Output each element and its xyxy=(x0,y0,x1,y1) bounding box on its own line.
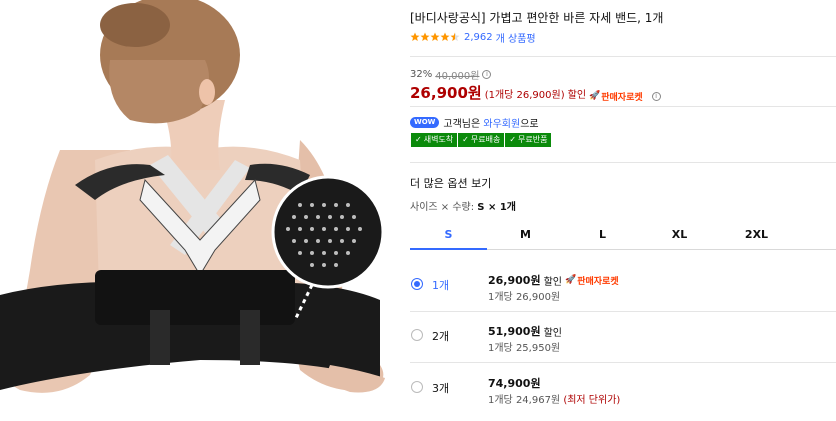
quantity-radio[interactable] xyxy=(411,381,423,393)
check-icon: ✓ xyxy=(462,135,469,144)
more-options-heading[interactable]: 더 많은 옵션 보기 xyxy=(410,175,491,191)
quantity-discount-word: 할인 xyxy=(543,327,562,339)
price-line: 26,900원 (1개당 26,900원) 할인 🚀 판매자로켓 i xyxy=(410,82,661,103)
seller-rocket-badge: 🚀 판매자로켓 xyxy=(589,90,643,103)
quantity-unit-price: 1개당 26,900원 xyxy=(488,292,561,303)
discount-percent: 32% xyxy=(410,69,433,80)
quantity-option[interactable]: 3개 74,900원 1개당 24,967원 (최저 단위가) xyxy=(410,364,836,414)
quantity-option[interactable]: 2개 51,900원 할인 1개당 25,950원 xyxy=(410,312,836,362)
delivery-badges: ✓ 새벽도착 ✓ 무료배송 ✓ 무료반품 xyxy=(411,133,552,147)
quantity-label: 3개 xyxy=(432,382,450,395)
rocket-label: 판매자로켓 xyxy=(577,276,619,287)
quantity-label: 1개 xyxy=(432,279,450,292)
wow-member-line: WOW 고객님은 와우회원으로 xyxy=(410,115,539,130)
size-qty-prefix: 사이즈 × 수량: xyxy=(410,202,478,213)
product-image xyxy=(0,0,400,421)
review-count-link[interactable]: 2,962 xyxy=(464,32,493,43)
review-label[interactable]: 개 상품평 xyxy=(496,30,536,45)
discount-word: 할인 xyxy=(567,90,587,101)
quantity-option[interactable]: 1개 26,900원 할인 🚀 판매자로켓 1개당 26,900원 xyxy=(410,261,836,311)
quantity-price: 74,900원 xyxy=(488,375,541,391)
quantity-price-value: 26,900원 xyxy=(488,274,541,287)
delivery-badge: ✓ 무료배송 xyxy=(458,133,505,147)
wow-text-suffix: 으로 xyxy=(520,119,539,130)
star-icon xyxy=(420,32,430,42)
divider xyxy=(410,56,836,57)
sale-price: 26,900원 xyxy=(410,84,482,102)
star-icon xyxy=(440,32,450,42)
rocket-label: 판매자로켓 xyxy=(601,92,643,103)
quantity-price: 51,900원 할인 xyxy=(488,323,562,339)
size-qty-value: S × 1개 xyxy=(477,202,516,213)
rocket-icon: 🚀 xyxy=(564,275,577,285)
divider xyxy=(410,106,836,107)
wow-member-link[interactable]: 와우회원 xyxy=(483,119,520,130)
quantity-discount-word: 할인 xyxy=(543,276,562,288)
quantity-price: 26,900원 할인 🚀 판매자로켓 xyxy=(488,272,619,288)
check-icon: ✓ xyxy=(509,135,517,144)
divider xyxy=(410,362,836,363)
posture-band-photo xyxy=(0,0,400,421)
check-icon: ✓ xyxy=(415,135,422,144)
quantity-unit-text: 1개당 24,967원 xyxy=(488,395,561,406)
quantity-unit-price: 1개당 25,950원 xyxy=(488,343,561,354)
info-circle-icon[interactable]: i xyxy=(651,92,661,101)
divider xyxy=(410,162,836,163)
product-title: [바디사랑공식] 가볍고 편안한 바른 자세 밴드, 1개 xyxy=(410,11,664,25)
unit-price: (1개당 26,900원) xyxy=(484,90,565,101)
original-price: 40,000원 xyxy=(435,71,480,82)
delivery-badge: ✓ 새벽도착 xyxy=(411,133,458,147)
rating-row[interactable]: 2,962 개 상품평 xyxy=(410,30,536,45)
size-tab-2xl[interactable]: 2XL xyxy=(718,224,795,249)
quantity-unit-price: 1개당 24,967원 (최저 단위가) xyxy=(488,391,620,406)
info-circle-icon[interactable]: i xyxy=(482,70,492,79)
size-tab-m[interactable]: M xyxy=(487,224,564,249)
quantity-label: 2개 xyxy=(432,330,450,343)
wow-text: 고객님은 와우회원으로 xyxy=(443,115,538,130)
seller-rocket-badge: 🚀 판매자로켓 xyxy=(565,274,619,287)
discount-line: 32% 40,000원 i xyxy=(410,67,492,82)
size-quantity-summary: 사이즈 × 수량: S × 1개 xyxy=(410,198,516,213)
quantity-radio[interactable] xyxy=(411,278,423,290)
quantity-radio[interactable] xyxy=(411,329,423,341)
star-rating xyxy=(410,32,460,42)
size-tab-s[interactable]: S xyxy=(410,224,487,250)
wow-text-prefix: 고객님은 xyxy=(443,119,484,130)
delivery-badge: ✓ 무료반품 xyxy=(505,133,552,147)
lowest-unit-note: (최저 단위가) xyxy=(563,395,621,406)
wow-badge: WOW xyxy=(410,117,440,128)
size-tab-xl[interactable]: XL xyxy=(641,224,718,249)
size-tab-l[interactable]: L xyxy=(564,224,641,249)
quantity-price-value: 51,900원 xyxy=(488,325,541,338)
delivery-badge-label: 무료배송 xyxy=(470,135,501,144)
product-info-panel: [바디사랑공식] 가볍고 편안한 바른 자세 밴드, 1개 2,962 개 상품평… xyxy=(410,0,836,421)
size-tabs: S M L XL 2XL xyxy=(410,224,836,250)
delivery-badge-label: 새벽도착 xyxy=(423,135,454,144)
star-icon xyxy=(430,32,440,42)
delivery-badge-label: 무료반품 xyxy=(518,135,548,144)
quantity-price-value: 74,900원 xyxy=(488,377,541,390)
half-star-icon xyxy=(450,32,460,42)
star-icon xyxy=(410,32,420,42)
rocket-icon: 🚀 xyxy=(589,91,601,101)
